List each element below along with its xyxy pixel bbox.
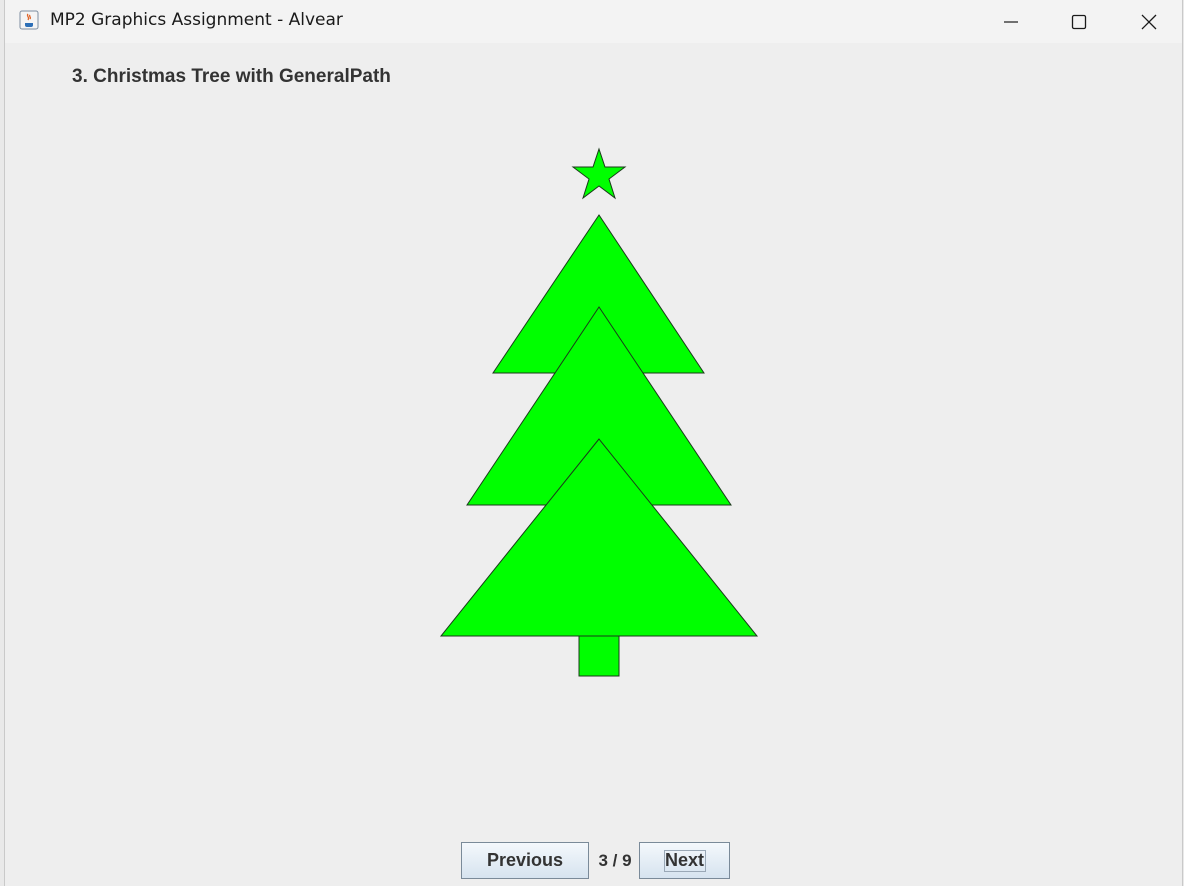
minimize-button[interactable] (977, 0, 1045, 43)
tree-trunk (578, 635, 620, 677)
application-window: MP2 Graphics Assignment - Alvear 3. Chri… (4, 0, 1183, 886)
minimize-icon (1004, 21, 1018, 23)
drawing-panel: 3. Christmas Tree with GeneralPath Previ… (5, 43, 1182, 886)
java-app-icon (19, 10, 39, 30)
maximize-button[interactable] (1045, 0, 1113, 43)
page-counter: 3 / 9 (598, 851, 632, 870)
previous-button[interactable]: Previous (461, 842, 589, 879)
focus-indicator (664, 850, 706, 872)
close-icon (1141, 14, 1157, 30)
tree-star (571, 147, 627, 200)
maximize-icon (1071, 14, 1087, 30)
window-title: MP2 Graphics Assignment - Alvear (50, 10, 343, 30)
christmas-tree-drawing (439, 147, 759, 677)
tree-tier-bottom (439, 438, 759, 637)
next-button[interactable]: Next (639, 842, 730, 879)
title-bar[interactable]: MP2 Graphics Assignment - Alvear (5, 0, 1182, 43)
close-button[interactable] (1115, 0, 1183, 43)
